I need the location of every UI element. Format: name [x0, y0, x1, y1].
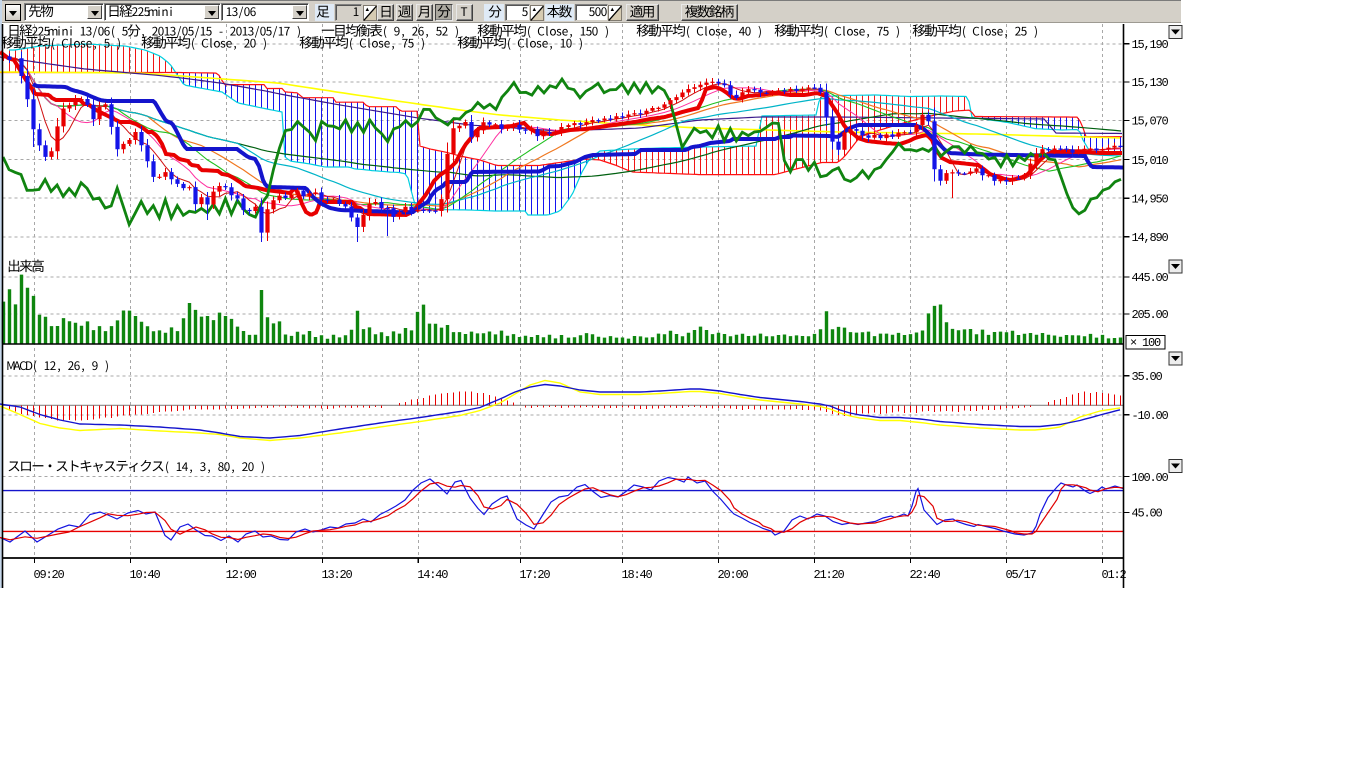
svg-text:35.00: 35.00 — [1132, 370, 1163, 384]
svg-text:15,010: 15,010 — [1132, 154, 1169, 168]
svg-text:15,070: 15,070 — [1132, 115, 1169, 129]
svg-text:205.00: 205.00 — [1132, 308, 1169, 322]
svg-text:09:20: 09:20 — [34, 568, 65, 582]
svg-text:10:40: 10:40 — [130, 568, 161, 582]
svg-text:14,950: 14,950 — [1132, 192, 1169, 206]
svg-text:15,190: 15,190 — [1132, 38, 1169, 52]
svg-text:17:20: 17:20 — [519, 568, 550, 582]
svg-text:12:00: 12:00 — [226, 568, 257, 582]
svg-text:45.00: 45.00 — [1132, 507, 1163, 521]
svg-text:05/17: 05/17 — [1006, 568, 1037, 582]
svg-text:01:2: 01:2 — [1102, 568, 1127, 582]
svg-text:21:20: 21:20 — [814, 568, 845, 582]
svg-text:20:00: 20:00 — [718, 568, 749, 582]
svg-text:13:20: 13:20 — [322, 568, 353, 582]
svg-text:× 100: × 100 — [1130, 336, 1161, 350]
svg-text:100.00: 100.00 — [1132, 471, 1169, 485]
svg-text:14:40: 14:40 — [417, 568, 448, 582]
svg-text:18:40: 18:40 — [622, 568, 653, 582]
svg-text:22:40: 22:40 — [910, 568, 941, 582]
svg-text:15,130: 15,130 — [1132, 76, 1169, 90]
svg-text:445.00: 445.00 — [1132, 271, 1169, 285]
svg-text:-10.00: -10.00 — [1132, 409, 1169, 423]
svg-text:14,890: 14,890 — [1132, 231, 1169, 245]
